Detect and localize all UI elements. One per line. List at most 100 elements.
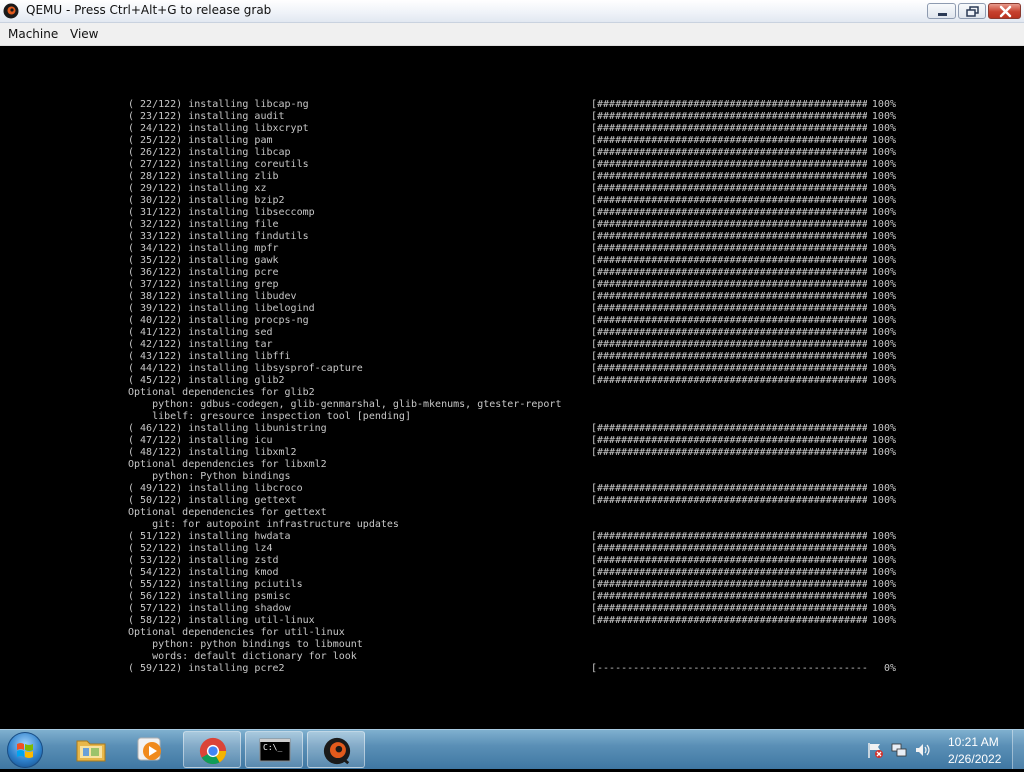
console-line-text: ( 28/122) installing zlib	[128, 171, 279, 182]
title-bar[interactable]: QEMU - Press Ctrl+Alt+G to release grab	[0, 0, 1024, 23]
progress-bar: [#######################################…	[591, 555, 867, 566]
progress-bar: [#######################################…	[591, 255, 867, 266]
taskbar-qemu[interactable]	[307, 731, 365, 768]
start-button[interactable]	[7, 732, 43, 768]
taskbar-explorer[interactable]	[62, 731, 120, 768]
console-line-text: Optional dependencies for util-linux	[128, 627, 345, 638]
progress-bar: [#######################################…	[591, 327, 867, 338]
progress-bar: [#######################################…	[591, 243, 867, 254]
network-icon[interactable]	[890, 741, 908, 759]
show-desktop-button[interactable]	[1012, 730, 1024, 769]
progress-percent: 100%	[871, 147, 896, 158]
clock-date[interactable]: 2/26/2022	[948, 752, 1001, 766]
taskbar-terminal[interactable]: C:\_	[245, 731, 303, 768]
console-line-text: ( 43/122) installing libffi	[128, 351, 291, 362]
progress-percent: 100%	[871, 543, 896, 554]
clock-time[interactable]: 10:21 AM	[948, 735, 999, 749]
console-line-text: libelf: gresource inspection tool [pendi…	[128, 411, 411, 422]
progress-percent: 100%	[871, 279, 896, 290]
progress-percent: 100%	[871, 363, 896, 374]
console-line-text: ( 52/122) installing lz4	[128, 543, 273, 554]
console-line: ( 31/122) installing libseccomp [########…	[0, 207, 1024, 219]
console-line: ( 33/122) installing findutils [#########…	[0, 231, 1024, 243]
console-line: ( 39/122) installing libelogind [########…	[0, 303, 1024, 315]
close-icon	[999, 5, 1012, 18]
folder-icon	[76, 740, 106, 762]
progress-bar: [#######################################…	[591, 579, 867, 590]
console-line-text: ( 51/122) installing hwdata	[128, 531, 291, 542]
console-line-text: ( 42/122) installing tar	[128, 339, 273, 350]
console-line: ( 58/122) installing util-linux [########…	[0, 615, 1024, 627]
taskbar-media-player[interactable]	[122, 731, 180, 768]
console-line: ( 34/122) installing mpfr [##############…	[0, 243, 1024, 255]
menu-machine[interactable]: Machine	[8, 27, 58, 41]
progress-percent: 100%	[871, 231, 896, 242]
progress-percent: 100%	[871, 435, 896, 446]
taskbar-chrome[interactable]	[183, 731, 241, 768]
console-line-text: ( 32/122) installing file	[128, 219, 279, 230]
menu-view[interactable]: View	[70, 27, 98, 41]
console-line-text: ( 45/122) installing glib2	[128, 375, 285, 386]
progress-bar: [#######################################…	[591, 183, 867, 194]
console-line: ( 41/122) installing sed [###############…	[0, 327, 1024, 339]
console-line-text: ( 24/122) installing libxcrypt	[128, 123, 309, 134]
progress-bar: [#######################################…	[591, 435, 867, 446]
console-line: ( 26/122) installing libcap [############…	[0, 147, 1024, 159]
progress-percent: 100%	[871, 123, 896, 134]
console-line: ( 48/122) installing libxml2 [###########…	[0, 447, 1024, 459]
console-line: git: for autopoint infrastructure update…	[0, 519, 1024, 531]
console-line-text: Optional dependencies for gettext	[128, 507, 327, 518]
console-line: ( 52/122) installing lz4 [###############…	[0, 543, 1024, 555]
console-line: ( 22/122) installing libcap-ng [#########…	[0, 99, 1024, 111]
console-line-text: ( 40/122) installing procps-ng	[128, 315, 309, 326]
progress-bar: [#######################################…	[591, 231, 867, 242]
console-line: ( 23/122) installing audit [#############…	[0, 111, 1024, 123]
progress-bar: [#######################################…	[591, 123, 867, 134]
progress-bar: [#######################################…	[591, 159, 867, 170]
console-line-text: ( 22/122) installing libcap-ng	[128, 99, 309, 110]
progress-bar: [#######################################…	[591, 531, 867, 542]
console-line-text: ( 55/122) installing pciutils	[128, 579, 303, 590]
vm-console-screen[interactable]: ( 22/122) installing libcap-ng [#########…	[0, 46, 1024, 729]
qemu-icon	[323, 737, 351, 765]
close-button[interactable]	[988, 3, 1021, 19]
progress-percent: 100%	[871, 375, 896, 386]
progress-bar: [#######################################…	[591, 591, 867, 602]
progress-bar: [#######################################…	[591, 615, 867, 626]
restore-icon	[966, 6, 979, 17]
progress-percent: 100%	[871, 591, 896, 602]
progress-percent: 100%	[871, 603, 896, 614]
console-line: libelf: gresource inspection tool [pendi…	[0, 411, 1024, 423]
minimize-button[interactable]	[927, 3, 956, 19]
progress-bar: [#######################################…	[591, 315, 867, 326]
progress-bar: [---------------------------------------…	[591, 663, 867, 674]
action-center-flag-icon[interactable]	[866, 741, 884, 759]
progress-bar: [#######################################…	[591, 603, 867, 614]
console-line: ( 50/122) installing gettext [###########…	[0, 495, 1024, 507]
console-line: python: gdbus-codegen, glib-genmarshal, …	[0, 399, 1024, 411]
progress-bar: [#######################################…	[591, 171, 867, 182]
console-line: ( 35/122) installing gawk [##############…	[0, 255, 1024, 267]
progress-bar: [#######################################…	[591, 363, 867, 374]
progress-percent: 100%	[871, 447, 896, 458]
progress-percent: 100%	[871, 243, 896, 254]
console-line-text: ( 59/122) installing pcre2	[128, 663, 285, 674]
progress-percent: 100%	[871, 423, 896, 434]
progress-percent: 100%	[871, 615, 896, 626]
volume-icon[interactable]	[914, 741, 932, 759]
progress-bar: [#######################################…	[591, 195, 867, 206]
console-line-text: ( 49/122) installing libcroco	[128, 483, 303, 494]
progress-percent: 100%	[871, 483, 896, 494]
console-line-text: ( 33/122) installing findutils	[128, 231, 309, 242]
console-line: ( 57/122) installing shadow [############…	[0, 603, 1024, 615]
restore-button[interactable]	[958, 3, 986, 19]
console-line: ( 24/122) installing libxcrypt [#########…	[0, 123, 1024, 135]
console-line-text: python: gdbus-codegen, glib-genmarshal, …	[128, 399, 562, 410]
progress-bar: [#######################################…	[591, 99, 867, 110]
console-line-text: words: default dictionary for look	[128, 651, 357, 662]
progress-percent: 100%	[871, 531, 896, 542]
console-line-text: ( 46/122) installing libunistring	[128, 423, 327, 434]
console-line: Optional dependencies for gettext	[0, 507, 1024, 519]
progress-percent: 100%	[871, 255, 896, 266]
progress-bar: [#######################################…	[591, 291, 867, 302]
